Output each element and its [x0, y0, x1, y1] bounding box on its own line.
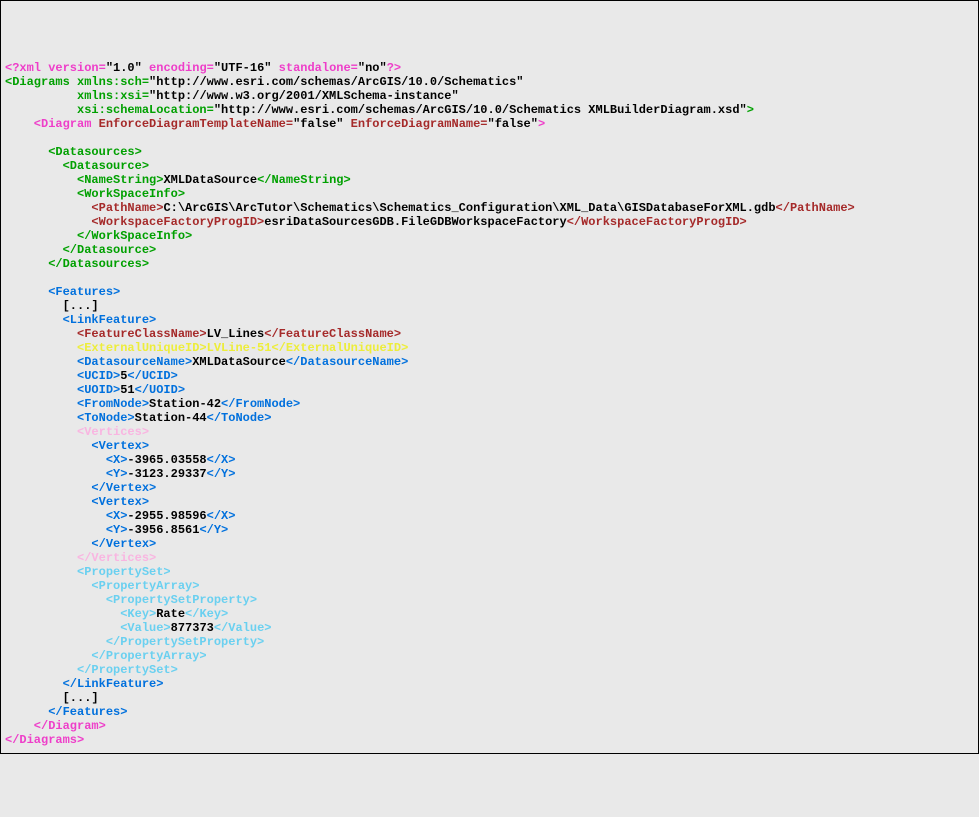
propertyset-open: <PropertySet> — [5, 565, 171, 579]
datasource-open: <Datasource> — [5, 159, 149, 173]
datasources-open: <Datasources> — [5, 145, 142, 159]
externaluniqueid-tag: <ExternalUniqueID>LVLine-51</ExternalUni… — [5, 341, 408, 355]
ellipsis: [...] — [5, 691, 99, 705]
diagram-close: </Diagram> — [5, 719, 106, 733]
linkfeature-open: <LinkFeature> — [5, 313, 156, 327]
vertex-open: <Vertex> — [5, 439, 149, 453]
workspaceinfo-open: <WorkSpaceInfo> — [5, 187, 185, 201]
features-close: </Features> — [5, 705, 127, 719]
linkfeature-close: </LinkFeature> — [5, 677, 163, 691]
featureclassname-tag: <FeatureClassName> — [5, 327, 207, 341]
features-open: <Features> — [5, 285, 120, 299]
diagram-open: <Diagram — [5, 117, 99, 131]
pathname-tag: <PathName> — [5, 201, 163, 215]
vertices-close: </Vertices> — [5, 551, 156, 565]
workspacefactory-tag: <WorkspaceFactoryProgID> — [5, 215, 264, 229]
xml-decl: <?xml version= — [5, 61, 106, 75]
diagrams-close: </Diagrams> — [5, 733, 84, 747]
xml-code-view: <?xml version="1.0" encoding="UTF-16" st… — [5, 61, 974, 747]
diagrams-open: <Diagrams xmlns:sch= — [5, 75, 149, 89]
ellipsis: [...] — [5, 299, 99, 313]
vertices-open: <Vertices> — [5, 425, 149, 439]
